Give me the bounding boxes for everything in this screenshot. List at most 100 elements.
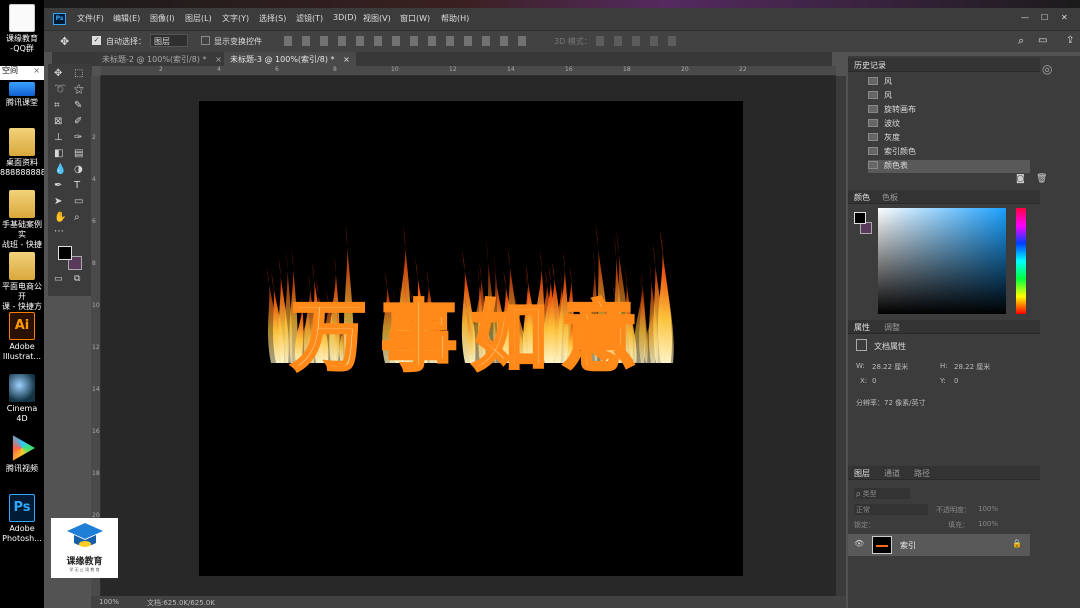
workspace-icon[interactable]: ▭ xyxy=(1038,35,1047,46)
close-icon[interactable]: × xyxy=(215,55,222,64)
3d-mode-buttons[interactable] xyxy=(596,36,686,46)
frame-tool-icon[interactable]: ⊠ xyxy=(54,116,62,127)
blend-mode-dropdown[interactable]: 正常 xyxy=(854,504,928,515)
screen-mode-icon[interactable]: ⧉ xyxy=(74,274,80,284)
color-field[interactable] xyxy=(878,208,1006,314)
close-icon[interactable]: × xyxy=(33,66,40,76)
history-item[interactable]: 索引颜色 xyxy=(868,146,1030,159)
eraser-tool-icon[interactable]: ◧ xyxy=(54,148,63,159)
tab-adjustments[interactable]: 调整 xyxy=(884,322,900,333)
x-value[interactable]: 0 xyxy=(872,377,876,385)
close-icon[interactable]: × xyxy=(343,55,350,64)
tab-paths[interactable]: 路径 xyxy=(914,468,930,479)
desktop-icon-photoshop[interactable]: Ps Adobe Photosh... xyxy=(0,494,44,544)
lasso-tool-icon[interactable]: ➰ xyxy=(54,84,66,95)
menu-window[interactable]: 窗口(W) xyxy=(400,13,430,24)
minimize-button[interactable]: — xyxy=(1021,13,1029,22)
search-icon[interactable]: ⌕ xyxy=(1018,34,1024,48)
tab-untitled-3[interactable]: 未标题-3 @ 100%(索引/8) * × xyxy=(224,52,356,66)
zoom-level[interactable]: 100% xyxy=(99,598,119,606)
menu-edit[interactable]: 编辑(E) xyxy=(113,13,140,24)
share-icon[interactable]: ⇪ xyxy=(1066,35,1074,46)
history-item[interactable]: 灰度 xyxy=(868,132,1030,145)
eyedropper-icon[interactable]: ✎ xyxy=(74,100,82,111)
gradient-tool-icon[interactable]: ▤ xyxy=(74,148,83,159)
menu-select[interactable]: 选择(S) xyxy=(259,13,286,24)
desktop-icon-label: 平面电商公开 xyxy=(2,282,42,301)
dodge-tool-icon[interactable]: ◑ xyxy=(74,164,83,175)
width-value[interactable]: 28.22 厘米 xyxy=(872,362,908,372)
opacity-value[interactable]: 100% xyxy=(978,505,998,513)
history-item[interactable]: 风 xyxy=(868,90,1030,103)
layer-row[interactable]: 👁 索引 🔒 xyxy=(848,534,1030,556)
auto-select-checkbox[interactable]: ✓ xyxy=(92,36,101,45)
menu-layer[interactable]: 图层(L) xyxy=(185,13,212,24)
color-fg-swatch[interactable] xyxy=(854,212,866,224)
layer-filter[interactable]: ρ 类型 xyxy=(854,488,910,499)
vertical-scrollbar[interactable] xyxy=(836,76,846,596)
tab-properties[interactable]: 属性 xyxy=(854,322,870,333)
menu-type[interactable]: 文字(Y) xyxy=(222,13,249,24)
tab-color[interactable]: 颜色 xyxy=(854,192,870,203)
canvas-area[interactable]: 万事如意 xyxy=(101,76,836,596)
tab-history[interactable]: 历史记录 xyxy=(854,60,886,71)
visibility-eye-icon[interactable]: 👁 xyxy=(854,539,864,548)
brush-tool-icon[interactable]: ✐ xyxy=(74,116,82,127)
menu-view[interactable]: 视图(V) xyxy=(363,13,391,24)
hand-tool-icon[interactable]: ✋ xyxy=(54,212,66,223)
history-item-selected[interactable]: 颜色表 xyxy=(868,160,1030,173)
quick-mask-icon[interactable]: ▭ xyxy=(54,274,63,284)
path-select-icon[interactable]: ➤ xyxy=(54,196,62,207)
history-item[interactable]: 波纹 xyxy=(868,118,1030,131)
desktop-icon-illustrator[interactable]: Ai Adobe Illustrat... xyxy=(0,312,44,362)
magic-wand-icon[interactable]: ⚝ xyxy=(74,84,84,95)
trash-icon[interactable]: 🗑 xyxy=(1036,174,1047,184)
align-buttons[interactable] xyxy=(284,36,534,46)
tab-channels[interactable]: 通道 xyxy=(884,468,900,479)
foreground-color-swatch[interactable] xyxy=(58,246,72,260)
move-tool-icon[interactable]: ✥ xyxy=(60,35,69,48)
desktop-icon-qq-group[interactable]: 课缘教育 -QQ群 xyxy=(0,4,44,54)
height-value[interactable]: 28.22 厘米 xyxy=(954,362,990,372)
history-item[interactable]: 风 xyxy=(868,76,1030,89)
maximize-button[interactable]: ☐ xyxy=(1041,13,1048,22)
tab-swatches[interactable]: 色板 xyxy=(882,192,898,203)
close-button[interactable]: ✕ xyxy=(1061,13,1068,22)
collapsed-panel-icon[interactable]: ◎ xyxy=(1042,62,1072,82)
desktop-icon-tencent-video[interactable]: 腾讯视频 xyxy=(0,434,44,474)
menu-3d[interactable]: 3D(D) xyxy=(333,13,357,22)
menu-filter[interactable]: 滤镜(T) xyxy=(296,13,323,24)
marquee-tool-icon[interactable]: ⬚ xyxy=(74,68,83,79)
history-item[interactable]: 旋转画布 xyxy=(868,104,1030,117)
desktop-icon-basic-cases[interactable]: 手基础案例实 战班 - 快捷 xyxy=(0,190,44,250)
hue-slider[interactable] xyxy=(1016,208,1026,314)
desktop-icon-label: Illustrat... xyxy=(2,352,42,361)
zoom-tool-icon[interactable]: ⌕ xyxy=(74,212,80,223)
ruler-tick-label: 14 xyxy=(507,66,515,73)
tab-layers[interactable]: 图层 xyxy=(854,468,870,479)
tab-untitled-2[interactable]: 未标题-2 @ 100%(索引/8) * × xyxy=(96,52,228,66)
desktop-icon-ecommerce[interactable]: 平面电商公开 课 - 快捷方 xyxy=(0,252,44,312)
fill-value[interactable]: 100% xyxy=(978,520,998,528)
desktop-icon-materials[interactable]: 桌面资料 888888888... xyxy=(0,128,44,178)
stamp-tool-icon[interactable]: ⊥ xyxy=(54,132,63,143)
menu-file[interactable]: 文件(F) xyxy=(77,13,104,24)
more-tools-icon[interactable]: ⋯ xyxy=(54,226,64,237)
move-tool-icon[interactable]: ✥ xyxy=(54,68,62,79)
history-brush-icon[interactable]: ✑ xyxy=(74,132,82,143)
desktop-icon-cinema4d[interactable]: Cinema 4D xyxy=(0,374,44,424)
desktop-icon-tencent-class[interactable]: 腾讯课堂 xyxy=(0,82,44,108)
document-canvas[interactable]: 万事如意 xyxy=(199,101,743,576)
auto-select-dropdown[interactable]: 图层 xyxy=(150,34,188,47)
pen-tool-icon[interactable]: ✒ xyxy=(54,180,62,191)
blur-tool-icon[interactable]: 💧 xyxy=(54,164,66,175)
menu-image[interactable]: 图像(I) xyxy=(150,13,175,24)
ps-logo-icon[interactable]: Ps xyxy=(53,13,66,25)
camera-icon[interactable]: ◙ xyxy=(1016,174,1025,184)
type-tool-icon[interactable]: T xyxy=(74,180,80,191)
menu-help[interactable]: 帮助(H) xyxy=(441,13,469,24)
y-value[interactable]: 0 xyxy=(954,377,958,385)
shape-tool-icon[interactable]: ▭ xyxy=(74,196,83,207)
transform-checkbox[interactable] xyxy=(201,36,210,45)
crop-tool-icon[interactable]: ⌗ xyxy=(54,100,60,111)
